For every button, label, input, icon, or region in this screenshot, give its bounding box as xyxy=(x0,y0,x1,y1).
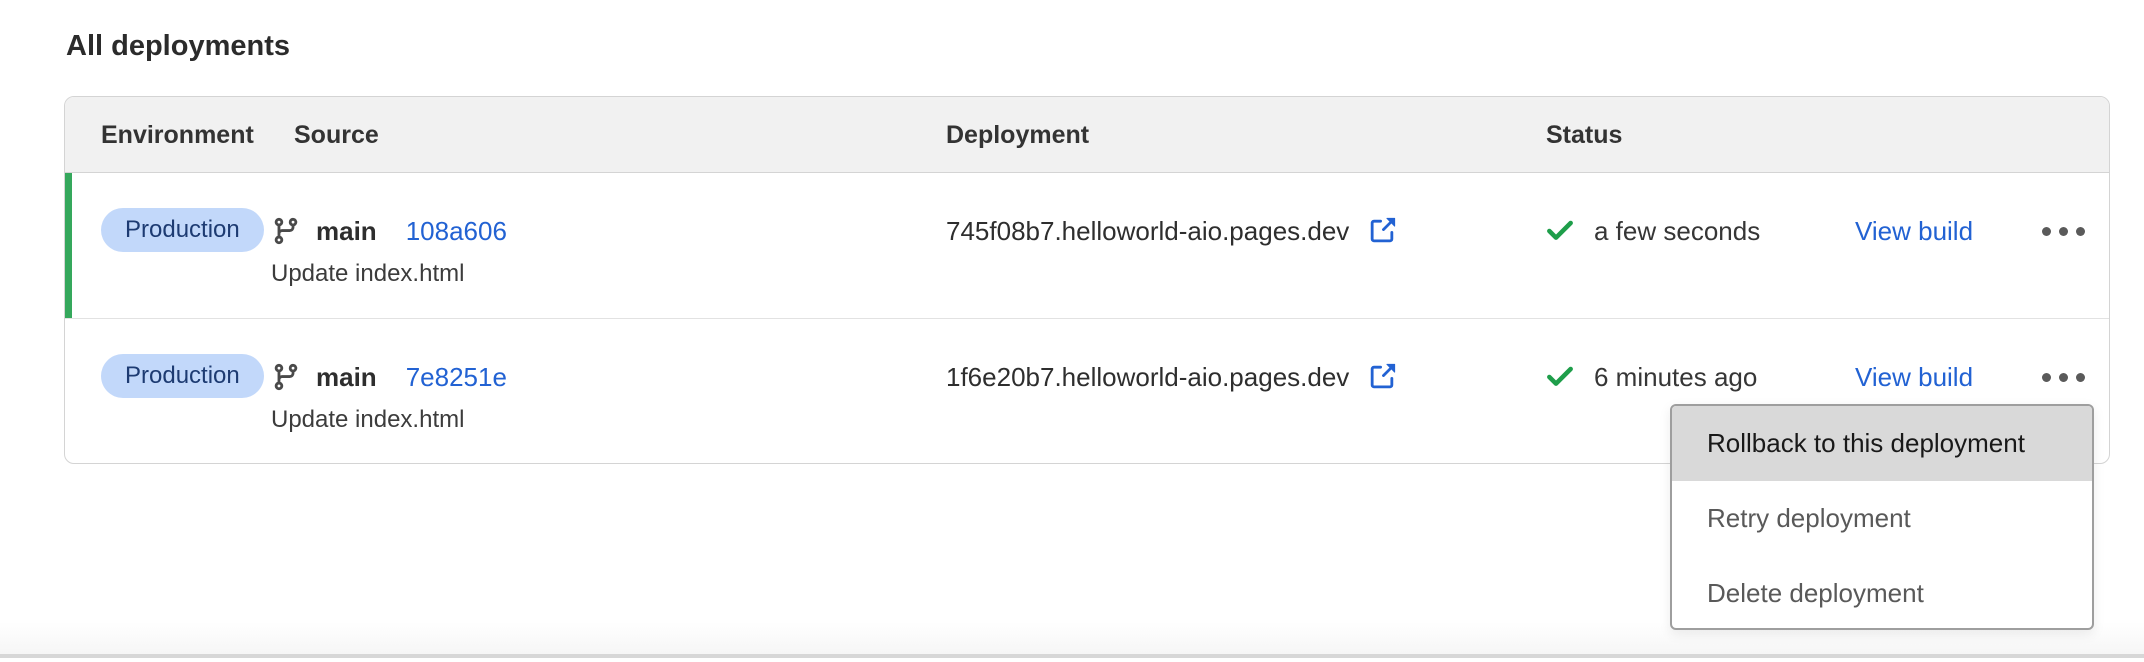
current-deployment-indicator xyxy=(65,173,72,318)
status-time: a few seconds xyxy=(1594,216,1760,247)
dot-icon xyxy=(2042,227,2051,236)
page-title: All deployments xyxy=(66,30,290,63)
external-link-icon[interactable] xyxy=(1367,216,1397,246)
table-header-row: Environment Source Deployment Status xyxy=(65,97,2109,173)
branch-name: main xyxy=(316,362,377,393)
menu-item-delete[interactable]: Delete deployment xyxy=(1672,556,2092,630)
environment-badge: Production xyxy=(101,354,264,398)
environment-cell: Production xyxy=(101,354,264,398)
git-branch-icon xyxy=(271,216,301,246)
source-cell: main 108a606 Update index.html xyxy=(271,209,507,288)
view-build-link[interactable]: View build xyxy=(1855,355,1973,399)
commit-link[interactable]: 7e8251e xyxy=(406,362,507,393)
menu-item-retry[interactable]: Retry deployment xyxy=(1672,481,2092,556)
status-time: 6 minutes ago xyxy=(1594,362,1757,393)
status-cell: 6 minutes ago xyxy=(1544,355,1757,399)
status-cell: a few seconds xyxy=(1544,209,1760,253)
environment-cell: Production xyxy=(101,208,264,252)
deployment-url: 1f6e20b7.helloworld-aio.pages.dev xyxy=(946,362,1349,393)
success-check-icon xyxy=(1544,361,1576,393)
deployment-actions-menu: Rollback to this deployment Retry deploy… xyxy=(1670,404,2094,630)
row-actions-menu-button[interactable] xyxy=(2021,201,2105,261)
view-build-link[interactable]: View build xyxy=(1855,209,1973,253)
deployment-url: 745f08b7.helloworld-aio.pages.dev xyxy=(946,216,1349,247)
source-cell: main 7e8251e Update index.html xyxy=(271,355,507,434)
column-header-status: Status xyxy=(1546,97,1622,173)
dot-icon xyxy=(2042,373,2051,382)
dot-icon xyxy=(2076,373,2085,382)
commit-link[interactable]: 108a606 xyxy=(406,216,507,247)
dot-icon xyxy=(2059,227,2068,236)
dot-icon xyxy=(2076,227,2085,236)
environment-badge: Production xyxy=(101,208,264,252)
menu-item-rollback[interactable]: Rollback to this deployment xyxy=(1672,406,2092,481)
success-check-icon xyxy=(1544,215,1576,247)
column-header-environment: Environment xyxy=(101,97,254,173)
column-header-source: Source xyxy=(294,97,379,173)
dot-icon xyxy=(2059,373,2068,382)
deployment-cell: 1f6e20b7.helloworld-aio.pages.dev xyxy=(946,355,1397,399)
column-header-deployment: Deployment xyxy=(946,97,1089,173)
branch-name: main xyxy=(316,216,377,247)
deployment-row-1: Production main 108a606 Update index.htm… xyxy=(65,173,2109,319)
commit-message: Update index.html xyxy=(271,260,507,288)
commit-message: Update index.html xyxy=(271,406,507,434)
row-actions-menu-button[interactable] xyxy=(2021,347,2105,407)
deployment-cell: 745f08b7.helloworld-aio.pages.dev xyxy=(946,209,1397,253)
external-link-icon[interactable] xyxy=(1367,362,1397,392)
git-branch-icon xyxy=(271,362,301,392)
